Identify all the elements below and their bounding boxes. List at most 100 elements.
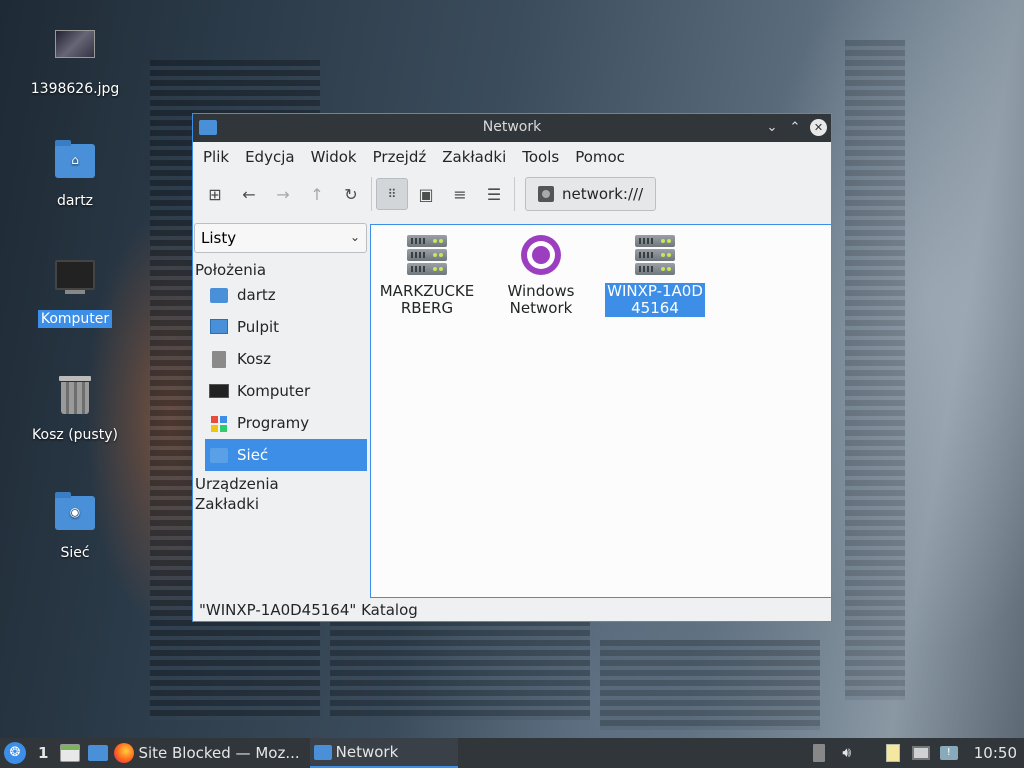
maximize-button[interactable]: ⌃ (785, 118, 805, 138)
status-bar: "WINXP-1A0D45164" Katalog (199, 601, 418, 619)
network-connection-icon[interactable] (910, 742, 932, 764)
network-folder-icon (209, 446, 229, 464)
close-button[interactable]: ✕ (810, 119, 827, 136)
removable-media-icon[interactable] (808, 742, 830, 764)
list-icon: ≡ (453, 184, 467, 204)
system-tray: 🔊︎ ! 10:50 (805, 738, 1024, 768)
sidebar-item-label: Kosz (237, 350, 271, 368)
back-button[interactable]: ← (233, 178, 265, 210)
quicklaunch-desktop[interactable] (84, 738, 112, 768)
location-path: network:/// (562, 185, 644, 203)
desktop-icon-label: 1398626.jpg (30, 81, 120, 97)
window-titlebar[interactable]: Network ⌄ ⌃ ✕ (193, 114, 831, 142)
file-manager-icon (60, 744, 81, 762)
computer-icon (51, 256, 99, 304)
chevron-down-icon: ⌄ (349, 230, 360, 244)
close-icon: ✕ (813, 121, 824, 134)
desktop-icon (209, 318, 229, 336)
lxqt-logo-icon: ❂ (4, 742, 26, 764)
menu-bookmarks[interactable]: Zakładki (434, 148, 514, 166)
desktop-icon-label: Komputer (37, 310, 113, 328)
network-item-label: WINXP-1A0D 45164 (605, 282, 705, 317)
tray-separator (864, 742, 876, 764)
network-globe-icon (519, 233, 563, 277)
applications-icon (209, 414, 229, 432)
toolbar-separator (371, 177, 372, 211)
forward-button[interactable]: → (267, 178, 299, 210)
sidebar-item-desktop[interactable]: Pulpit (193, 311, 357, 343)
desktop-icon-computer[interactable]: Komputer (25, 256, 125, 328)
update-notifier-icon[interactable]: ! (938, 742, 960, 764)
file-manager-window[interactable]: Network ⌄ ⌃ ✕ Plik Edycja Widok Przejdź … (192, 113, 832, 622)
icon-view-button[interactable]: ⠿ (376, 178, 408, 210)
sidebar-item-label: Sieć (237, 446, 269, 464)
detailed-list-icon: ☰ (486, 184, 502, 204)
arrow-left-icon: ← (242, 184, 256, 204)
menu-go[interactable]: Przejdź (365, 148, 435, 166)
menu-edit[interactable]: Edycja (237, 148, 302, 166)
thumbnail-view-button[interactable]: ▣ (410, 178, 442, 210)
desktop-icon-dartz[interactable]: ⌂ dartz (25, 138, 125, 210)
sidebar-item-label: Pulpit (237, 318, 280, 336)
new-tab-button[interactable]: ⊞ (199, 178, 231, 210)
workspace-number: 1 (38, 744, 49, 762)
start-menu-button[interactable]: ❂ (0, 738, 30, 768)
arrow-up-icon: ↑ (310, 184, 324, 204)
sidebar-item-network[interactable]: Sieć (205, 439, 367, 471)
up-button[interactable]: ↑ (301, 178, 333, 210)
computer-icon (209, 382, 229, 400)
network-item-winxp[interactable]: WINXP-1A0D 45164 (605, 233, 705, 317)
menu-help[interactable]: Pomoc (567, 148, 633, 166)
task-label: Site Blocked — Moz... (138, 744, 300, 762)
clipboard-icon[interactable] (882, 742, 904, 764)
desktop-icon-image-file[interactable]: 1398626.jpg (25, 26, 125, 98)
detailed-view-button[interactable]: ☰ (478, 178, 510, 210)
side-pane-mode-select[interactable]: Listy ⌄ (194, 223, 367, 253)
sidebar-item-label: dartz (237, 286, 276, 304)
quicklaunch-file-manager[interactable] (56, 738, 84, 768)
network-folder-icon: ◉ (51, 490, 99, 538)
home-folder-icon: ⌂ (51, 138, 99, 186)
workspace-switcher[interactable]: 1 (30, 738, 56, 768)
menu-view[interactable]: Widok (303, 148, 365, 166)
places-section-header[interactable]: Położenia (193, 253, 369, 279)
new-tab-icon: ⊞ (208, 184, 222, 204)
firefox-icon (114, 743, 135, 763)
side-pane: Listy ⌄ Położenia dartz Pulpit Kosz Komp… (193, 223, 369, 593)
grid-icon: ⠿ (387, 187, 397, 201)
task-label: Network (335, 743, 399, 761)
image-icon: ▣ (418, 184, 434, 204)
menu-tools[interactable]: Tools (514, 148, 567, 166)
volume-icon[interactable]: 🔊︎ (836, 742, 858, 764)
network-item-markzuckerberg[interactable]: MARKZUCKE RBERG (377, 233, 477, 317)
devices-section-header[interactable]: Urządzenia (193, 471, 369, 495)
task-network[interactable]: Network (309, 738, 459, 768)
show-desktop-icon (88, 745, 109, 761)
clock[interactable]: 10:50 (966, 742, 1021, 764)
menu-file[interactable]: Plik (195, 148, 237, 166)
reload-icon: ↻ (344, 184, 358, 204)
sidebar-item-home[interactable]: dartz (193, 279, 357, 311)
sidebar-item-computer[interactable]: Komputer (193, 375, 357, 407)
sidebar-item-applications[interactable]: Programy (193, 407, 357, 439)
sidebar-item-trash[interactable]: Kosz (193, 343, 357, 375)
network-item-label: Windows Network (507, 282, 575, 317)
network-drive-icon (538, 186, 554, 202)
file-view[interactable]: MARKZUCKE RBERG Windows Network WINXP-1A0D… (370, 224, 832, 598)
server-icon (633, 233, 677, 277)
window-title: Network (482, 119, 542, 135)
desktop-icon-label: Sieć (60, 545, 90, 561)
desktop-icon-trash[interactable]: Kosz (pusty) (25, 372, 125, 444)
desktop-icon-network[interactable]: ◉ Sieć (25, 490, 125, 562)
location-bar[interactable]: network:/// (525, 177, 657, 211)
trash-icon (51, 372, 99, 420)
server-icon (405, 233, 449, 277)
minimize-button[interactable]: ⌄ (762, 118, 782, 138)
desktop-icon-label: dartz (56, 193, 94, 209)
compact-view-button[interactable]: ≡ (444, 178, 476, 210)
task-firefox[interactable]: Site Blocked — Moz... (112, 738, 309, 768)
bookmarks-section-header[interactable]: Zakładki (193, 495, 369, 519)
reload-button[interactable]: ↻ (335, 178, 367, 210)
network-item-windows-network[interactable]: Windows Network (491, 233, 591, 317)
trash-icon (209, 350, 229, 368)
